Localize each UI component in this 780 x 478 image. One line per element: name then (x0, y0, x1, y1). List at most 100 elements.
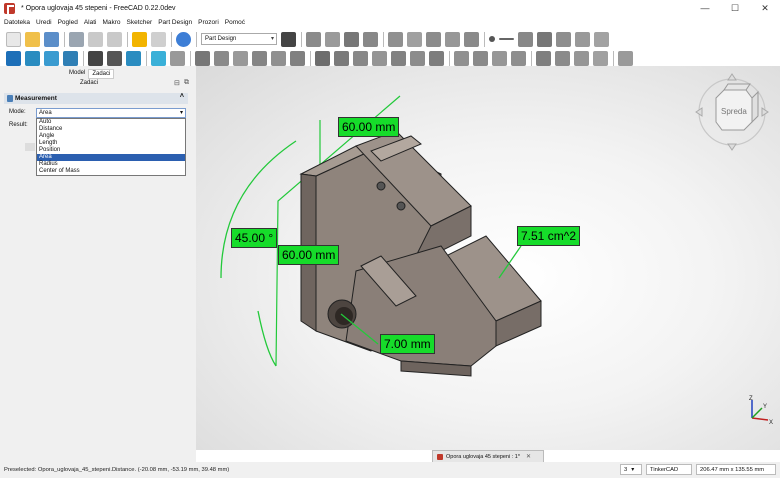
measure-label-side-distance[interactable]: 60.00 mm (278, 245, 340, 265)
menu-makro[interactable]: Makro (102, 19, 120, 26)
toolbar-separator (190, 50, 191, 66)
mode-option-auto[interactable]: Auto (37, 119, 185, 126)
x-axis-label: X (769, 420, 773, 426)
local-cs-icon[interactable] (537, 31, 552, 47)
tab-zadaci[interactable]: Zadaci (88, 69, 115, 79)
measure-label-top-distance[interactable]: 60.00 mm (338, 117, 400, 137)
menu-part-design[interactable]: Part Design (158, 19, 192, 26)
panel-button[interactable] (25, 143, 35, 151)
link-icon[interactable] (363, 31, 378, 47)
cut-icon[interactable] (69, 31, 84, 47)
additive-helix-icon[interactable] (271, 50, 286, 66)
mode-option-center-of-mass[interactable]: Center of Mass (37, 168, 185, 175)
tab-model[interactable]: Model (66, 69, 88, 79)
polar-pattern-icon[interactable] (492, 50, 507, 66)
open-folder-icon[interactable] (25, 31, 40, 47)
chevron-up-icon[interactable]: ˄ (180, 93, 184, 100)
menu-sketcher[interactable]: Sketcher (127, 19, 153, 26)
float-panel-icon[interactable]: ⧉ (184, 79, 189, 87)
navigation-style-selector[interactable]: TinkerCAD (646, 464, 692, 475)
additive-primitive-icon[interactable] (290, 50, 305, 66)
maximize-button[interactable]: ☐ (720, 0, 750, 16)
menu-pomoc[interactable]: Pomoć (225, 19, 245, 26)
create-part-icon[interactable] (325, 31, 340, 47)
measurement-header[interactable]: Measurement ˄ (4, 93, 188, 104)
multitransform-icon[interactable] (511, 50, 526, 66)
linear-pattern-icon[interactable] (473, 50, 488, 66)
export-icon[interactable] (344, 31, 359, 47)
subtractive-pipe-icon[interactable] (391, 50, 406, 66)
measure-label-area[interactable]: 7.51 cm^2 (517, 226, 580, 246)
pocket-icon[interactable] (315, 50, 330, 66)
fillet-icon[interactable] (536, 50, 551, 66)
create-body-icon[interactable] (306, 31, 321, 47)
navigation-cube[interactable]: Spreda (694, 72, 770, 152)
subtractive-loft-icon[interactable] (372, 50, 387, 66)
mode-option-area[interactable]: Area (37, 154, 185, 161)
menu-alati[interactable]: Alati (84, 19, 97, 26)
fit-selection-icon[interactable] (25, 50, 40, 66)
sprocket-icon[interactable] (575, 31, 590, 47)
subtractive-primitive-icon[interactable] (429, 50, 444, 66)
workbench-selector[interactable]: Part Design ▾ (201, 33, 277, 45)
refresh-icon[interactable] (176, 31, 191, 47)
hole-icon[interactable] (334, 50, 349, 66)
mode-option-length[interactable]: Length (37, 140, 185, 147)
groove-icon[interactable] (353, 50, 368, 66)
paste-icon[interactable] (107, 31, 122, 47)
view-count-selector[interactable]: 3 ▾ (620, 464, 642, 475)
draw-style-icon[interactable] (88, 50, 103, 66)
collapse-panel-icon[interactable]: ⊟ (174, 79, 180, 87)
measure-icon[interactable] (151, 50, 166, 66)
boolean-icon[interactable] (618, 50, 633, 66)
sketch-icon[interactable] (407, 31, 422, 47)
fit-all-icon[interactable] (6, 50, 21, 66)
save-icon[interactable] (44, 31, 59, 47)
new-file-icon[interactable] (6, 31, 21, 47)
datum-plane-icon[interactable] (518, 31, 533, 47)
additive-loft-icon[interactable] (233, 50, 248, 66)
mode-option-radius[interactable]: Radius (37, 161, 185, 168)
menu-uredi[interactable]: Uredi (36, 19, 52, 26)
validate-sketch-icon[interactable] (426, 31, 441, 47)
mode-dropdown-list: Auto Distance Angle Length Position Area… (36, 118, 186, 176)
box-zoom-icon[interactable] (126, 50, 141, 66)
close-tab-icon[interactable]: ✕ (526, 453, 531, 460)
pad-icon[interactable] (195, 50, 210, 66)
mode-option-angle[interactable]: Angle (37, 133, 185, 140)
measure-label-angle[interactable]: 45.00 ° (231, 228, 278, 248)
map-sketch-icon[interactable] (445, 31, 460, 47)
mirrored-icon[interactable] (454, 50, 469, 66)
whats-this-icon[interactable] (281, 31, 296, 47)
menu-datoteka[interactable]: Datoteka (4, 19, 30, 26)
shape-binder-icon[interactable] (388, 31, 403, 47)
front-view-icon[interactable] (63, 50, 78, 66)
draft-icon[interactable] (574, 50, 589, 66)
spreadsheet-icon[interactable] (170, 50, 185, 66)
selection-filter-icon[interactable] (107, 50, 122, 66)
toolbar-separator (310, 50, 311, 66)
clone-icon[interactable] (464, 31, 479, 47)
additive-pipe-icon[interactable] (252, 50, 267, 66)
mode-option-position[interactable]: Position (37, 147, 185, 154)
close-button[interactable]: ✕ (750, 0, 780, 16)
thickness-icon[interactable] (593, 50, 608, 66)
copy-icon[interactable] (88, 31, 103, 47)
menu-prozori[interactable]: Prozori (198, 19, 219, 26)
datum-point-icon[interactable] (489, 36, 495, 42)
3d-viewport[interactable]: 60.00 mm 45.00 ° 60.00 mm 7.51 cm^2 7.00… (196, 66, 780, 450)
undo-icon[interactable] (132, 31, 147, 47)
mode-select[interactable]: Area ▾ (36, 108, 186, 118)
menu-pogled[interactable]: Pogled (58, 19, 78, 26)
mode-option-distance[interactable]: Distance (37, 126, 185, 133)
sub-shape-binder-icon[interactable] (556, 31, 571, 47)
revolution-icon[interactable] (214, 50, 229, 66)
gear-icon[interactable] (594, 31, 609, 47)
measure-label-radius[interactable]: 7.00 mm (380, 334, 435, 354)
chamfer-icon[interactable] (555, 50, 570, 66)
datum-line-icon[interactable] (499, 38, 514, 40)
subtractive-helix-icon[interactable] (410, 50, 425, 66)
redo-icon[interactable] (151, 31, 166, 47)
isometric-view-icon[interactable] (44, 50, 59, 66)
minimize-button[interactable]: — (690, 0, 720, 16)
